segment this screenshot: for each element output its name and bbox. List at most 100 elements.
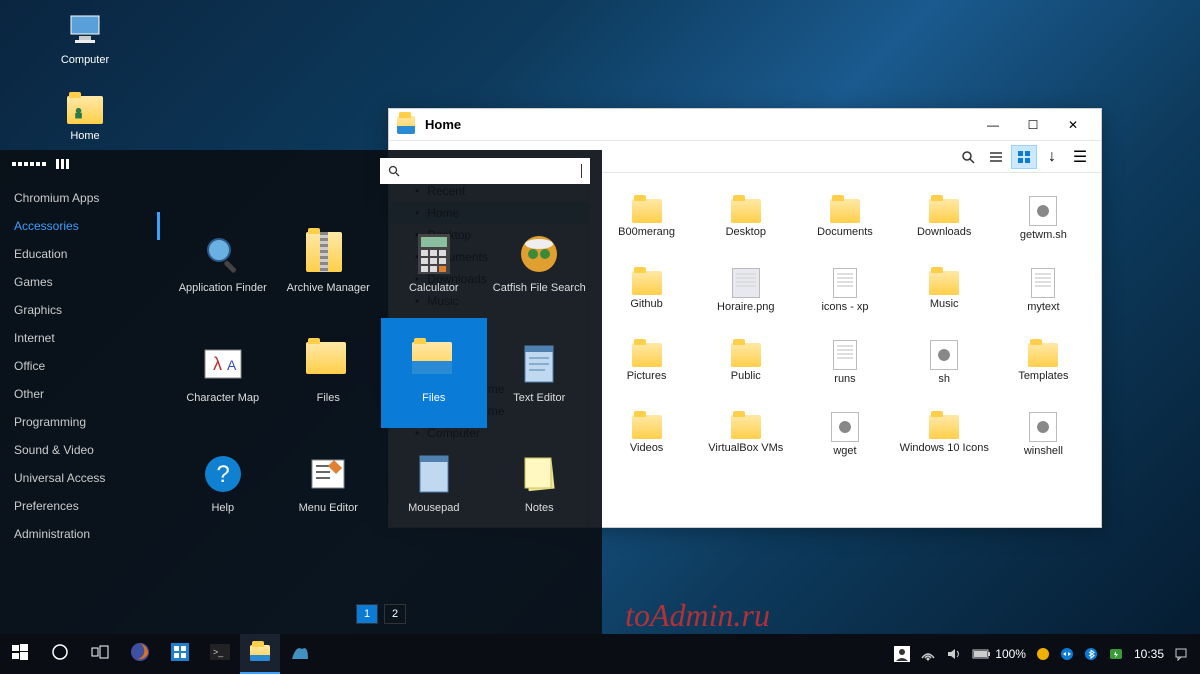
file-item[interactable]: Documents — [797, 184, 892, 252]
app-calculator[interactable]: Calculator — [381, 208, 487, 318]
file-item[interactable]: sh — [897, 328, 992, 396]
category-universal-access[interactable]: Universal Access — [0, 464, 160, 492]
menueditor-icon — [306, 452, 350, 496]
search-button[interactable] — [955, 145, 981, 169]
file-item-label: Templates — [1018, 370, 1068, 382]
svg-text:?: ? — [216, 461, 229, 488]
tray-notifications-icon[interactable] — [1174, 647, 1188, 661]
app-files[interactable]: Files — [381, 318, 487, 428]
search-button[interactable] — [40, 634, 80, 674]
tray-volume-icon[interactable] — [946, 646, 962, 662]
system-tray: 100% 10:35 — [882, 646, 1200, 662]
calculator-icon — [412, 232, 456, 276]
file-item[interactable]: mytext — [996, 256, 1091, 324]
category-internet[interactable]: Internet — [0, 324, 160, 352]
file-item[interactable]: Videos — [599, 400, 694, 468]
start-button[interactable] — [0, 634, 40, 674]
application-menu: Chromium AppsAccessoriesEducationGamesGr… — [0, 150, 602, 634]
search-box[interactable] — [380, 158, 590, 184]
category-chromium-apps[interactable]: Chromium Apps — [0, 184, 160, 212]
file-item-label: Pictures — [627, 370, 667, 382]
search-input[interactable] — [406, 164, 575, 178]
app-label: Files — [422, 392, 445, 404]
file-item[interactable]: icons - xp — [797, 256, 892, 324]
page-2[interactable]: 2 — [384, 604, 406, 624]
app-notes[interactable]: Notes — [487, 428, 593, 538]
file-item-label: Videos — [630, 442, 663, 454]
page-1[interactable]: 1 — [356, 604, 378, 624]
file-item-label: Music — [930, 298, 959, 310]
hamburger-button[interactable]: ☰ — [1067, 145, 1093, 169]
app-character-map[interactable]: λACharacter Map — [170, 318, 276, 428]
file-item[interactable]: Templates — [996, 328, 1091, 396]
file-item[interactable]: winshell — [996, 400, 1091, 468]
tray-battery[interactable]: 100% — [972, 647, 1026, 661]
file-item[interactable]: Downloads — [897, 184, 992, 252]
file-item[interactable]: Desktop — [698, 184, 793, 252]
file-item[interactable]: Public — [698, 328, 793, 396]
desktop-icon-home[interactable]: Home — [45, 90, 125, 142]
settings[interactable] — [160, 634, 200, 674]
app-help[interactable]: ?Help — [170, 428, 276, 538]
file-item[interactable]: VirtualBox VMs — [698, 400, 793, 468]
close-button[interactable]: ✕ — [1053, 111, 1093, 139]
file-item-label: getwm.sh — [1020, 229, 1067, 241]
taskview-button[interactable] — [80, 634, 120, 674]
file-item[interactable]: Pictures — [599, 328, 694, 396]
terminal[interactable]: >_ — [200, 634, 240, 674]
minimize-button[interactable]: — — [973, 111, 1013, 139]
tray-teamviewer-icon[interactable] — [1060, 647, 1074, 661]
file-item[interactable]: Github — [599, 256, 694, 324]
file-item[interactable]: runs — [797, 328, 892, 396]
file-item-label: icons - xp — [821, 301, 868, 313]
tray-app-icon[interactable] — [1036, 647, 1050, 661]
firefox[interactable] — [120, 634, 160, 674]
file-item-label: Github — [630, 298, 662, 310]
taskview-icon — [91, 645, 109, 664]
charmap-icon: λA — [201, 342, 245, 386]
tray-bluetooth-icon[interactable] — [1084, 647, 1098, 661]
category-administration[interactable]: Administration — [0, 520, 160, 548]
view-grid-button[interactable] — [1011, 145, 1037, 169]
category-sound-video[interactable]: Sound & Video — [0, 436, 160, 464]
list-mode-button[interactable] — [56, 159, 69, 169]
cursor — [581, 164, 582, 178]
tray-power-icon[interactable] — [1108, 646, 1124, 662]
category-office[interactable]: Office — [0, 352, 160, 380]
category-programming[interactable]: Programming — [0, 408, 160, 436]
view-list-button[interactable] — [983, 145, 1009, 169]
tray-clock[interactable]: 10:35 — [1134, 647, 1164, 661]
grid-mode-button[interactable] — [12, 162, 46, 166]
app-files[interactable]: Files — [276, 318, 382, 428]
app-text-editor[interactable]: Text Editor — [487, 318, 593, 428]
desktop-icon-computer[interactable]: Computer — [45, 10, 125, 66]
watermark: toAdmin.ru — [625, 597, 770, 634]
sort-button[interactable]: ↓ — [1039, 145, 1065, 169]
app-menu-editor[interactable]: Menu Editor — [276, 428, 382, 538]
titlebar[interactable]: Home — ☐ ✕ — [389, 109, 1101, 141]
tray-user-icon[interactable] — [894, 646, 910, 662]
app-catfish-file-search[interactable]: Catfish File Search — [487, 208, 593, 318]
category-preferences[interactable]: Preferences — [0, 492, 160, 520]
files[interactable] — [240, 634, 280, 674]
app-archive-manager[interactable]: Archive Manager — [276, 208, 382, 318]
notes-icon — [517, 452, 561, 496]
category-other[interactable]: Other — [0, 380, 160, 408]
file-item[interactable]: Windows 10 Icons — [897, 400, 992, 468]
app-mousepad[interactable]: Mousepad — [381, 428, 487, 538]
maximize-button[interactable]: ☐ — [1013, 111, 1053, 139]
app-label: Menu Editor — [299, 502, 358, 514]
app[interactable] — [280, 634, 320, 674]
tray-network-icon[interactable] — [920, 646, 936, 662]
file-item[interactable]: getwm.sh — [996, 184, 1091, 252]
file-item[interactable]: B00merang — [599, 184, 694, 252]
category-accessories[interactable]: Accessories — [0, 212, 160, 240]
file-item[interactable]: Music — [897, 256, 992, 324]
category-education[interactable]: Education — [0, 240, 160, 268]
category-graphics[interactable]: Graphics — [0, 296, 160, 324]
app-application-finder[interactable]: Application Finder — [170, 208, 276, 318]
search-icon — [388, 165, 400, 177]
file-item[interactable]: wget — [797, 400, 892, 468]
file-item[interactable]: Horaire.png — [698, 256, 793, 324]
category-games[interactable]: Games — [0, 268, 160, 296]
